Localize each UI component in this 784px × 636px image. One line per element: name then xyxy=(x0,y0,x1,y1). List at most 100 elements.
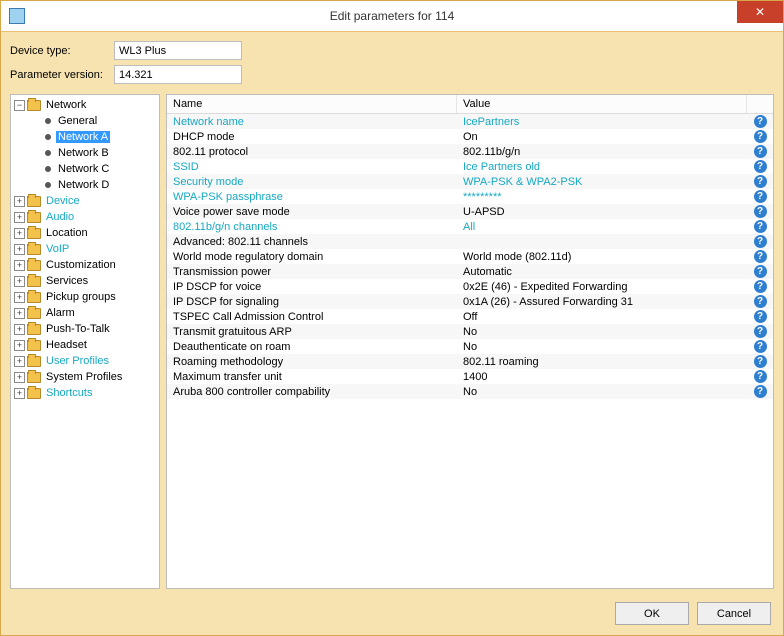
table-row[interactable]: SSIDIce Partners old? xyxy=(167,159,773,174)
expander-icon[interactable] xyxy=(14,356,25,367)
table-row[interactable]: Transmission powerAutomatic? xyxy=(167,264,773,279)
param-value[interactable]: 0x1A (26) - Assured Forwarding 31 xyxy=(457,296,747,308)
tree-node-9[interactable]: Headset xyxy=(12,337,158,353)
expander-icon[interactable] xyxy=(14,324,25,335)
help-icon[interactable]: ? xyxy=(754,385,767,398)
tree-node-12[interactable]: Shortcuts xyxy=(12,385,158,401)
table-row[interactable]: Network nameIcePartners? xyxy=(167,114,773,129)
help-icon[interactable]: ? xyxy=(754,250,767,263)
table-row[interactable]: Deauthenticate on roamNo? xyxy=(167,339,773,354)
tree-node-11[interactable]: System Profiles xyxy=(12,369,158,385)
help-cell: ? xyxy=(747,385,773,399)
table-row[interactable]: TSPEC Call Admission ControlOff? xyxy=(167,309,773,324)
close-button[interactable]: ✕ xyxy=(737,1,783,23)
tree-child-1[interactable]: Network A xyxy=(27,129,158,145)
ok-button[interactable]: OK xyxy=(615,602,689,625)
param-value[interactable]: IcePartners xyxy=(457,116,747,128)
header-value[interactable]: Value xyxy=(457,95,747,113)
help-icon[interactable]: ? xyxy=(754,280,767,293)
help-icon[interactable]: ? xyxy=(754,220,767,233)
param-value[interactable]: No xyxy=(457,386,747,398)
expander-icon[interactable] xyxy=(14,100,25,111)
tree-node-10[interactable]: User Profiles xyxy=(12,353,158,369)
tree-child-2[interactable]: Network B xyxy=(27,145,158,161)
param-value[interactable]: U-APSD xyxy=(457,206,747,218)
help-icon[interactable]: ? xyxy=(754,205,767,218)
param-value[interactable]: Off xyxy=(457,311,747,323)
expander-icon[interactable] xyxy=(14,372,25,383)
expander-icon[interactable] xyxy=(14,212,25,223)
tree-node-network[interactable]: Network xyxy=(12,97,158,113)
table-row[interactable]: 802.11b/g/n channelsAll? xyxy=(167,219,773,234)
tree-node-6[interactable]: Pickup groups xyxy=(12,289,158,305)
table-row[interactable]: IP DSCP for signaling0x1A (26) - Assured… xyxy=(167,294,773,309)
tree-child-3[interactable]: Network C xyxy=(27,161,158,177)
table-row[interactable]: IP DSCP for voice0x2E (46) - Expedited F… xyxy=(167,279,773,294)
table-row[interactable]: DHCP modeOn? xyxy=(167,129,773,144)
help-icon[interactable]: ? xyxy=(754,355,767,368)
tree-node-7[interactable]: Alarm xyxy=(12,305,158,321)
expander-icon[interactable] xyxy=(14,308,25,319)
table-row[interactable]: Roaming methodology802.11 roaming? xyxy=(167,354,773,369)
param-value[interactable]: 802.11b/g/n xyxy=(457,146,747,158)
expander-icon[interactable] xyxy=(14,388,25,399)
table-row[interactable]: Advanced: 802.11 channels? xyxy=(167,234,773,249)
param-value[interactable]: No xyxy=(457,341,747,353)
param-value[interactable]: 0x2E (46) - Expedited Forwarding xyxy=(457,281,747,293)
tree-panel[interactable]: NetworkGeneralNetwork ANetwork BNetwork … xyxy=(10,94,160,589)
tree-node-4[interactable]: Customization xyxy=(12,257,158,273)
tree-item-label: Customization xyxy=(44,259,118,271)
expander-icon[interactable] xyxy=(14,340,25,351)
table-row[interactable]: Security modeWPA-PSK & WPA2-PSK? xyxy=(167,174,773,189)
help-icon[interactable]: ? xyxy=(754,295,767,308)
help-icon[interactable]: ? xyxy=(754,115,767,128)
param-value[interactable]: 1400 xyxy=(457,371,747,383)
header-name[interactable]: Name xyxy=(167,95,457,113)
help-icon[interactable]: ? xyxy=(754,190,767,203)
table-row[interactable]: Voice power save modeU-APSD? xyxy=(167,204,773,219)
param-value[interactable]: WPA-PSK & WPA2-PSK xyxy=(457,176,747,188)
param-value[interactable]: No xyxy=(457,326,747,338)
param-value[interactable]: On xyxy=(457,131,747,143)
tree-node-5[interactable]: Services xyxy=(12,273,158,289)
expander-icon[interactable] xyxy=(14,228,25,239)
tree-node-2[interactable]: Location xyxy=(12,225,158,241)
param-value[interactable]: 802.11 roaming xyxy=(457,356,747,368)
table-row[interactable]: World mode regulatory domainWorld mode (… xyxy=(167,249,773,264)
param-value[interactable]: Ice Partners old xyxy=(457,161,747,173)
tree-node-3[interactable]: VoIP xyxy=(12,241,158,257)
param-name: 802.11 protocol xyxy=(167,146,457,158)
tree-child-0[interactable]: General xyxy=(27,113,158,129)
help-icon[interactable]: ? xyxy=(754,130,767,143)
help-icon[interactable]: ? xyxy=(754,265,767,278)
param-value[interactable]: Automatic xyxy=(457,266,747,278)
tree-node-0[interactable]: Device xyxy=(12,193,158,209)
expander-icon[interactable] xyxy=(14,292,25,303)
expander-icon[interactable] xyxy=(14,260,25,271)
device-type-field[interactable]: WL3 Plus xyxy=(114,41,242,60)
parameter-version-field[interactable]: 14.321 xyxy=(114,65,242,84)
help-icon[interactable]: ? xyxy=(754,235,767,248)
help-icon[interactable]: ? xyxy=(754,370,767,383)
tree-child-4[interactable]: Network D xyxy=(27,177,158,193)
help-icon[interactable]: ? xyxy=(754,340,767,353)
table-row[interactable]: Transmit gratuitous ARPNo? xyxy=(167,324,773,339)
help-icon[interactable]: ? xyxy=(754,145,767,158)
table-row[interactable]: Maximum transfer unit1400? xyxy=(167,369,773,384)
param-value[interactable]: ********* xyxy=(457,191,747,203)
param-value[interactable]: World mode (802.11d) xyxy=(457,251,747,263)
expander-icon[interactable] xyxy=(14,196,25,207)
help-icon[interactable]: ? xyxy=(754,325,767,338)
help-icon[interactable]: ? xyxy=(754,310,767,323)
tree-node-8[interactable]: Push-To-Talk xyxy=(12,321,158,337)
table-row[interactable]: WPA-PSK passphrase*********? xyxy=(167,189,773,204)
table-row[interactable]: 802.11 protocol802.11b/g/n? xyxy=(167,144,773,159)
cancel-button[interactable]: Cancel xyxy=(697,602,771,625)
tree-node-1[interactable]: Audio xyxy=(12,209,158,225)
table-row[interactable]: Aruba 800 controller compabilityNo? xyxy=(167,384,773,399)
help-icon[interactable]: ? xyxy=(754,175,767,188)
help-icon[interactable]: ? xyxy=(754,160,767,173)
param-value[interactable]: All xyxy=(457,221,747,233)
expander-icon[interactable] xyxy=(14,244,25,255)
expander-icon[interactable] xyxy=(14,276,25,287)
